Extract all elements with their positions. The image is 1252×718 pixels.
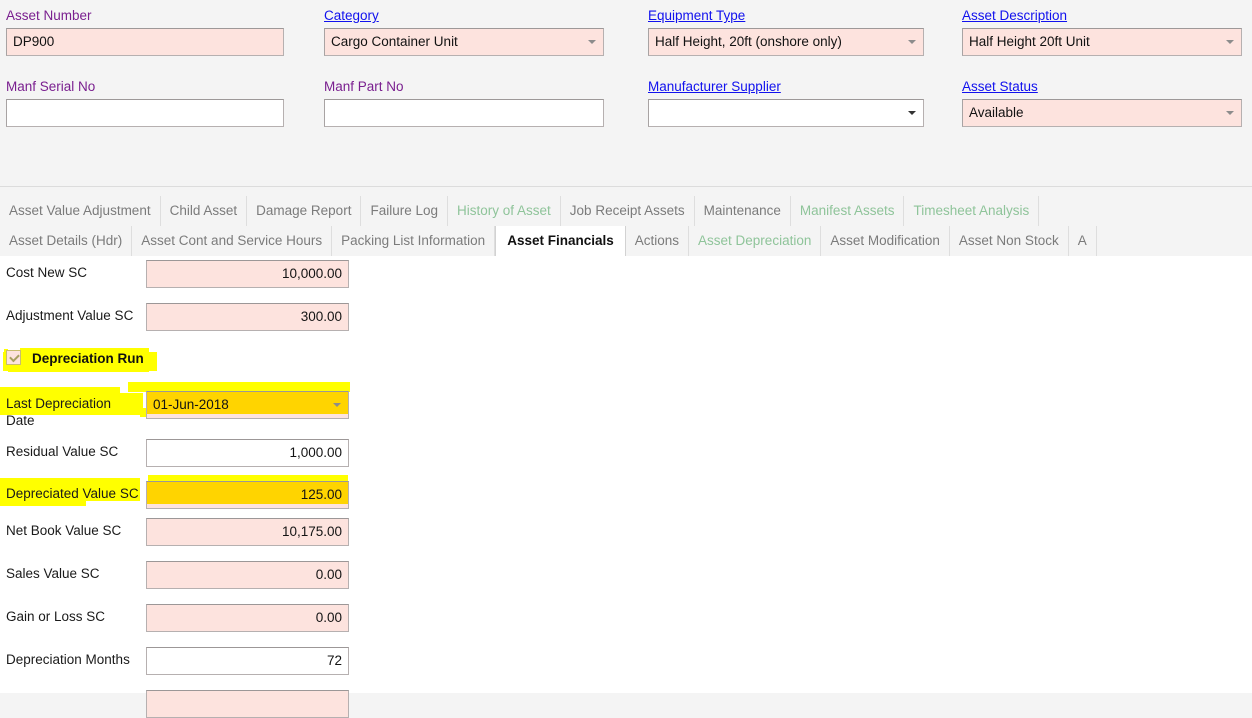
- tab-label: Asset Depreciation: [698, 233, 812, 248]
- combo-equipment-type[interactable]: Half Height, 20ft (onshore only): [648, 28, 924, 56]
- chevron-down-icon: [908, 111, 916, 115]
- combo-last-depreciation-date[interactable]: 01-Jun-2018: [146, 391, 349, 419]
- label-equipment-type[interactable]: Equipment Type: [648, 8, 745, 24]
- asset-header-form: Asset Number DP900 Category Cargo Contai…: [0, 0, 1252, 187]
- chevron-down-icon: [1226, 111, 1234, 115]
- combo-category[interactable]: Cargo Container Unit: [324, 28, 604, 56]
- combo-last-depreciation-date-value: 01-Jun-2018: [153, 397, 229, 412]
- checkbox-depreciation-run[interactable]: [6, 350, 21, 365]
- tab-history-of-asset[interactable]: History of Asset: [448, 196, 561, 226]
- tab-packing-list-information[interactable]: Packing List Information: [332, 226, 496, 256]
- input-gain-or-loss-sc[interactable]: 0.00: [146, 604, 349, 632]
- chevron-down-icon: [1226, 40, 1234, 44]
- tab-label: History of Asset: [457, 203, 551, 218]
- label-asset-description[interactable]: Asset Description: [962, 8, 1067, 24]
- tab-label: A: [1077, 233, 1087, 248]
- tab-label: Child Asset: [169, 203, 238, 218]
- tab-asset-value-adjustment[interactable]: Asset Value Adjustment: [0, 196, 161, 226]
- tab-label: Timesheet Analysis: [913, 203, 1030, 218]
- label-manf-serial-no: Manf Serial No: [6, 79, 96, 94]
- input-sales-value-sc[interactable]: 0.00: [146, 561, 349, 589]
- label-cost-new-sc: Cost New SC: [6, 265, 88, 280]
- tab-label: Failure Log: [370, 203, 438, 218]
- input-depreciated-value-sc-value: 125.00: [300, 487, 342, 502]
- input-asset-number[interactable]: DP900: [6, 28, 284, 56]
- chevron-down-icon: [908, 40, 916, 44]
- tab-label: Damage Report: [256, 203, 352, 218]
- input-net-book-value-sc[interactable]: 10,175.00: [146, 518, 349, 546]
- input-depreciated-value-sc[interactable]: 125.00: [146, 481, 349, 509]
- input-cost-new-sc[interactable]: 10,000.00: [146, 260, 349, 288]
- tab-asset-non-stock[interactable]: Asset Non Stock: [949, 226, 1069, 256]
- label-sales-value-sc: Sales Value SC: [6, 566, 100, 581]
- combo-asset-description-value: Half Height 20ft Unit: [969, 34, 1090, 49]
- tab-asset-cont-and-service-hours[interactable]: Asset Cont and Service Hours: [132, 226, 333, 256]
- label-adjustment-value-sc: Adjustment Value SC: [6, 308, 134, 323]
- tab-label: Packing List Information: [341, 233, 486, 248]
- label-depreciation-months: Depreciation Months: [6, 652, 130, 667]
- tab-maintenance[interactable]: Maintenance: [694, 196, 791, 226]
- tab-label: Manifest Assets: [799, 203, 895, 218]
- tab-timesheet-analysis[interactable]: Timesheet Analysis: [904, 196, 1040, 226]
- tab-row-secondary: Asset Value Adjustment Child Asset Damage …: [0, 196, 1252, 226]
- label-last-depreciation-date: Last Depreciation Date: [6, 396, 112, 428]
- asset-financials-panel: Cost New SC 10,000.00 Adjustment Value S…: [0, 256, 1252, 718]
- label-category[interactable]: Category: [324, 8, 379, 24]
- tab-label: Actions: [634, 233, 680, 248]
- tab-label: Asset Details (Hdr): [9, 233, 123, 248]
- label-asset-number: Asset Number: [6, 8, 92, 23]
- input-residual-value-sc[interactable]: 1,000.00: [146, 439, 349, 467]
- tab-asset-modification[interactable]: Asset Modification: [821, 226, 950, 256]
- combo-category-value: Cargo Container Unit: [331, 34, 458, 49]
- tab-label: Asset Value Adjustment: [9, 203, 151, 218]
- combo-equipment-type-value: Half Height, 20ft (onshore only): [655, 34, 842, 49]
- tab-child-asset[interactable]: Child Asset: [160, 196, 248, 226]
- tab-failure-log[interactable]: Failure Log: [361, 196, 448, 226]
- tab-a[interactable]: A: [1068, 226, 1097, 256]
- tab-job-receipt-assets[interactable]: Job Receipt Assets: [560, 196, 695, 226]
- input-next-partial[interactable]: [146, 690, 349, 718]
- label-manufacturer-supplier[interactable]: Manufacturer Supplier: [648, 79, 781, 95]
- chevron-down-icon: [588, 40, 596, 44]
- input-manf-part-no[interactable]: [324, 99, 604, 127]
- combo-manufacturer-supplier[interactable]: [648, 99, 924, 127]
- label-depreciation-run: Depreciation Run: [32, 351, 144, 366]
- label-net-book-value-sc: Net Book Value SC: [6, 523, 122, 538]
- tab-row-primary: Asset Details (Hdr) Asset Cont and Servic…: [0, 226, 1252, 257]
- input-adjustment-value-sc[interactable]: 300.00: [146, 303, 349, 331]
- label-residual-value-sc: Residual Value SC: [6, 444, 119, 459]
- label-asset-status[interactable]: Asset Status: [962, 79, 1038, 95]
- tab-label: Asset Financials: [507, 233, 614, 248]
- label-gain-or-loss-sc: Gain or Loss SC: [6, 609, 106, 624]
- tab-manifest-assets[interactable]: Manifest Assets: [790, 196, 905, 226]
- tab-asset-details-hdr[interactable]: Asset Details (Hdr): [0, 226, 133, 256]
- label-manf-part-no: Manf Part No: [324, 79, 404, 94]
- combo-asset-description[interactable]: Half Height 20ft Unit: [962, 28, 1242, 56]
- combo-asset-status-value: Available: [969, 105, 1024, 120]
- tab-actions[interactable]: Actions: [625, 226, 690, 256]
- tab-label: Job Receipt Assets: [569, 203, 685, 218]
- tab-label: Asset Modification: [830, 233, 940, 248]
- label-depreciated-value-sc: Depreciated Value SC: [6, 486, 139, 501]
- tab-asset-depreciation[interactable]: Asset Depreciation: [689, 226, 822, 256]
- tab-label: Maintenance: [703, 203, 781, 218]
- input-depreciation-months[interactable]: 72: [146, 647, 349, 675]
- chevron-down-icon: [333, 403, 341, 407]
- combo-asset-status[interactable]: Available: [962, 99, 1242, 127]
- tab-label: Asset Cont and Service Hours: [141, 233, 323, 248]
- tab-label: Asset Non Stock: [958, 233, 1059, 248]
- input-manf-serial-no[interactable]: [6, 99, 284, 127]
- tab-damage-report[interactable]: Damage Report: [247, 196, 362, 226]
- tab-asset-financials[interactable]: Asset Financials: [495, 226, 626, 256]
